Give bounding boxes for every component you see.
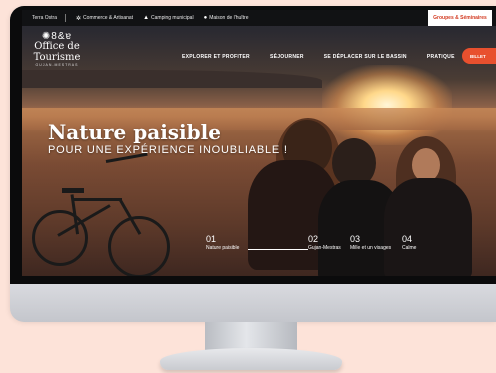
- pin-icon: ●: [203, 15, 208, 21]
- hero-title: Nature paisible: [48, 120, 221, 144]
- logo-line-1: Office de: [34, 41, 80, 52]
- logo-line-2: Tourisme: [33, 52, 81, 63]
- slider-progress-line: [248, 249, 308, 250]
- person-3-face: [412, 148, 440, 182]
- website-screen: Terra Ostra ✲ Commerce & Artisanat ▲ Cam…: [22, 10, 496, 276]
- slide-tab-4[interactable]: 04 Calme: [402, 234, 416, 252]
- tent-icon: ▲: [143, 15, 150, 21]
- bicycle-top-tube: [72, 198, 122, 201]
- bicycle-rear-wheel: [32, 210, 88, 266]
- hero-subtitle: POUR UNE EXPÉRIENCE INOUBLIABLE !: [48, 144, 288, 156]
- topbar-link-maison-huitre[interactable]: ● Maison de l'huître: [204, 15, 249, 21]
- slide-tab-2[interactable]: 02 Gujan-Mestras: [308, 234, 341, 252]
- nav-item-sejourner[interactable]: SÉJOURNER: [270, 54, 304, 60]
- topbar-link-terra-ostra[interactable]: Terra Ostra: [32, 15, 57, 21]
- nav-item-explorer[interactable]: EXPLORER ET PROFITER: [182, 54, 250, 60]
- topbar-divider: [65, 14, 67, 22]
- topbar-link-commerce[interactable]: ✲ Commerce & Artisanat: [76, 15, 133, 22]
- topbar-link-camping[interactable]: ▲ Camping municipal: [143, 15, 193, 21]
- monitor-chin: [10, 284, 496, 322]
- sunset-glow: [322, 65, 452, 145]
- site-logo[interactable]: ✺8&ɐ Office de Tourisme GUJAN-MESTRAS: [30, 32, 84, 68]
- nav-item-pratique[interactable]: PRATIQUE: [427, 54, 455, 60]
- slider-navigation: 01 Nature paisible 02 Gujan-Mestras 03 M…: [206, 234, 426, 264]
- main-nav: EXPLORER ET PROFITER SÉJOURNER SE DÉPLAC…: [182, 54, 455, 60]
- bicycle-front-wheel: [108, 216, 170, 276]
- bicycle-seat: [62, 188, 84, 193]
- groupes-seminaires-button[interactable]: Groupes & Séminaires: [428, 10, 492, 26]
- billet-button[interactable]: BILLET: [462, 48, 496, 64]
- slide-tab-3[interactable]: 03 Mille et un visages: [350, 234, 391, 252]
- far-shore: [22, 70, 322, 88]
- nav-item-se-deplacer[interactable]: SE DÉPLACER SUR LE BASSIN: [324, 54, 407, 60]
- shop-icon: ✲: [76, 15, 82, 22]
- slide-tab-1[interactable]: 01 Nature paisible: [206, 234, 239, 252]
- top-bar: Terra Ostra ✲ Commerce & Artisanat ▲ Cam…: [22, 10, 496, 26]
- monitor-stand-base: [160, 348, 342, 370]
- logo-line-3: GUJAN-MESTRAS: [35, 63, 79, 67]
